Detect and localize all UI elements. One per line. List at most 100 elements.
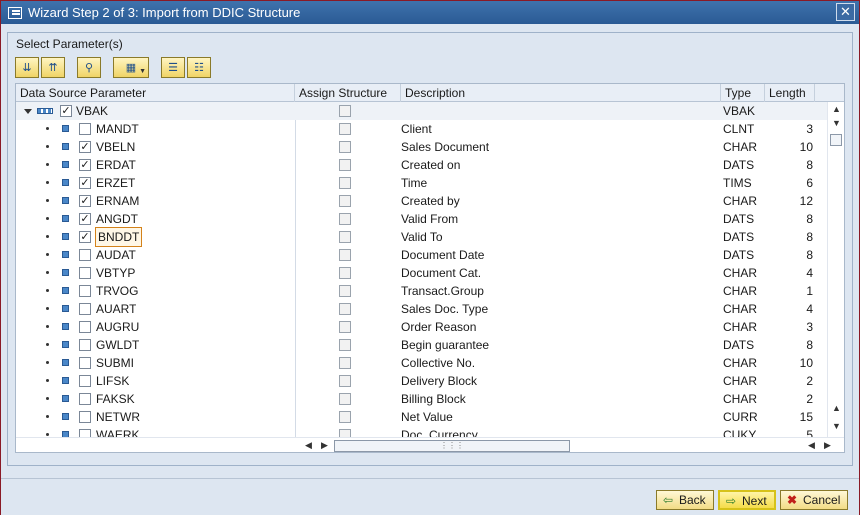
- field-select-checkbox[interactable]: [79, 123, 91, 135]
- assign-structure-checkbox[interactable]: [339, 285, 351, 297]
- table-row[interactable]: ✓ BNDDT Valid To DATS 8: [16, 227, 829, 247]
- table-header: Data Source Parameter Assign Structure D…: [16, 84, 844, 102]
- find-icon: ⚲: [84, 62, 94, 74]
- deselect-all-button[interactable]: ☷: [187, 57, 211, 78]
- field-select-checkbox[interactable]: [79, 393, 91, 405]
- cancel-button-label: Cancel: [803, 493, 841, 507]
- assign-structure-checkbox[interactable]: [339, 339, 351, 351]
- assign-structure-checkbox[interactable]: [339, 393, 351, 405]
- scroll-up-icon[interactable]: ▼: [832, 119, 841, 128]
- table-row[interactable]: ✓ ERDAT Created on DATS 8: [16, 156, 829, 174]
- scroll-left-end-icon[interactable]: ◀: [808, 440, 815, 451]
- field-select-checkbox[interactable]: [79, 357, 91, 369]
- horizontal-scroll-thumb[interactable]: ⋮⋮⋮: [334, 440, 570, 452]
- field-select-checkbox[interactable]: ✓: [79, 177, 91, 189]
- vertical-scroll-thumb[interactable]: [830, 134, 842, 146]
- assign-structure-checkbox[interactable]: [339, 159, 351, 171]
- field-length: 8: [806, 248, 813, 262]
- assign-structure-checkbox[interactable]: [339, 231, 351, 243]
- table-row[interactable]: AUGRU Order Reason CHAR 3: [16, 318, 829, 336]
- next-button[interactable]: ⇨ Next: [718, 490, 776, 510]
- assign-structure-checkbox[interactable]: [339, 357, 351, 369]
- table-row[interactable]: ✓ ERNAM Created by CHAR 12: [16, 192, 829, 210]
- collapse-all-button[interactable]: ⇈: [41, 57, 65, 78]
- assign-structure-checkbox[interactable]: [339, 123, 351, 135]
- table-row[interactable]: ✓ ANGDT Valid From DATS 8: [16, 210, 829, 228]
- assign-structure-checkbox[interactable]: [339, 375, 351, 387]
- table-row[interactable]: FAKSK Billing Block CHAR 2: [16, 390, 829, 408]
- vertical-scrollbar[interactable]: ▲ ▼ ▲ ▼: [827, 102, 844, 438]
- scroll-pageup-icon[interactable]: ▲: [832, 404, 841, 413]
- layout-icon: ▦: [125, 62, 137, 74]
- assign-structure-checkbox[interactable]: [339, 249, 351, 261]
- table-row[interactable]: NETWR Net Value CURR 15: [16, 408, 829, 426]
- field-select-checkbox[interactable]: [79, 375, 91, 387]
- field-select-checkbox[interactable]: [79, 249, 91, 261]
- assign-structure-checkbox[interactable]: [339, 321, 351, 333]
- field-select-checkbox[interactable]: ✓: [79, 159, 91, 171]
- table-row[interactable]: AUDAT Document Date DATS 8: [16, 246, 829, 264]
- field-select-checkbox[interactable]: [79, 267, 91, 279]
- table-row[interactable]: TRVOG Transact.Group CHAR 1: [16, 282, 829, 300]
- field-name: AUART: [96, 302, 137, 316]
- root-assign-checkbox[interactable]: [339, 105, 351, 117]
- scroll-right-end-icon[interactable]: ▶: [824, 440, 831, 451]
- select-all-button[interactable]: ☰: [161, 57, 185, 78]
- table-row[interactable]: MANDT Client CLNT 3: [16, 120, 829, 138]
- column-header-description[interactable]: Description: [401, 84, 721, 102]
- field-select-checkbox[interactable]: [79, 285, 91, 297]
- field-select-checkbox[interactable]: ✓: [79, 231, 91, 243]
- assign-structure-checkbox[interactable]: [339, 411, 351, 423]
- tree-bullet: [46, 217, 49, 220]
- root-select-checkbox[interactable]: ✓: [60, 105, 72, 117]
- select-all-icon: ☰: [168, 62, 178, 74]
- field-select-checkbox[interactable]: [79, 303, 91, 315]
- cancel-x-icon: ✖: [786, 493, 798, 507]
- table-row[interactable]: VBTYP Document Cat. CHAR 4: [16, 264, 829, 282]
- table-row[interactable]: GWLDT Begin guarantee DATS 8: [16, 336, 829, 354]
- field-select-checkbox[interactable]: ✓: [79, 213, 91, 225]
- field-select-checkbox[interactable]: ✓: [79, 141, 91, 153]
- assign-structure-checkbox[interactable]: [339, 303, 351, 315]
- scroll-down-icon[interactable]: ▼: [832, 422, 841, 431]
- column-header-length[interactable]: Length: [765, 84, 815, 102]
- column-header-assign[interactable]: Assign Structure: [295, 84, 401, 102]
- field-type: DATS: [723, 230, 755, 244]
- cancel-button[interactable]: ✖ Cancel: [780, 490, 848, 510]
- field-select-checkbox[interactable]: [79, 411, 91, 423]
- collapse-node-icon[interactable]: [24, 109, 32, 114]
- field-icon: [62, 269, 69, 276]
- column-header-type[interactable]: Type: [721, 84, 765, 102]
- table-row[interactable]: LIFSK Delivery Block CHAR 2: [16, 372, 829, 390]
- field-description: Valid To: [401, 230, 443, 244]
- find-button[interactable]: ⚲: [77, 57, 101, 78]
- field-icon: [62, 287, 69, 294]
- scroll-top-icon[interactable]: ▲: [832, 105, 841, 114]
- scroll-left-icon[interactable]: ◀: [305, 440, 312, 451]
- assign-structure-checkbox[interactable]: [339, 141, 351, 153]
- layout-button[interactable]: ▦ ▼: [113, 57, 149, 78]
- close-button[interactable]: ✕: [836, 3, 855, 21]
- field-icon: [62, 323, 69, 330]
- field-icon: [62, 359, 69, 366]
- field-select-checkbox[interactable]: [79, 321, 91, 333]
- field-name: AUGRU: [96, 320, 140, 334]
- assign-structure-checkbox[interactable]: [339, 177, 351, 189]
- horizontal-scrollbar[interactable]: ◀ ▶ ⋮⋮⋮ ◀ ▶: [16, 437, 844, 452]
- assign-structure-checkbox[interactable]: [339, 213, 351, 225]
- field-select-checkbox[interactable]: [79, 339, 91, 351]
- back-button[interactable]: ⇦ Back: [656, 490, 714, 510]
- table-row[interactable]: AUART Sales Doc. Type CHAR 4: [16, 300, 829, 318]
- assign-structure-checkbox[interactable]: [339, 195, 351, 207]
- expand-all-button[interactable]: ⇊: [15, 57, 39, 78]
- field-select-checkbox[interactable]: ✓: [79, 195, 91, 207]
- field-type: CLNT: [723, 122, 755, 136]
- column-header-parameter[interactable]: Data Source Parameter: [16, 84, 295, 102]
- assign-structure-checkbox[interactable]: [339, 267, 351, 279]
- table-row[interactable]: SUBMI Collective No. CHAR 10: [16, 354, 829, 372]
- table-row[interactable]: ✓ ERZET Time TIMS 6: [16, 174, 829, 192]
- field-name: GWLDT: [96, 338, 140, 352]
- table-row[interactable]: ✓ VBELN Sales Document CHAR 10: [16, 138, 829, 156]
- scroll-right-icon[interactable]: ▶: [321, 440, 328, 451]
- field-type: CHAR: [723, 194, 758, 208]
